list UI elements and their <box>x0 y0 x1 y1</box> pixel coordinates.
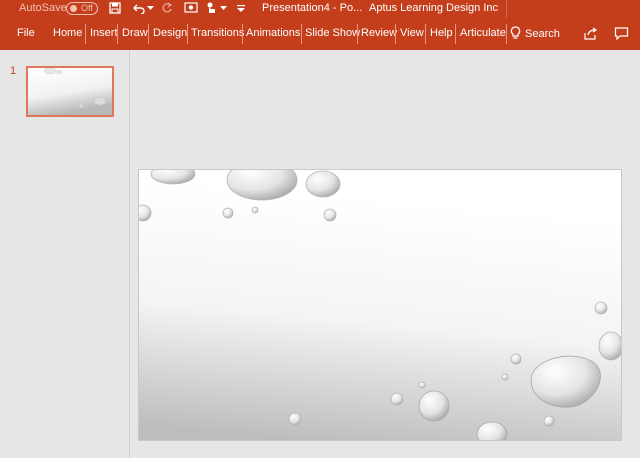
water-drop <box>288 412 302 426</box>
water-drop <box>222 207 234 219</box>
tab-articulate[interactable]: Articulate <box>460 27 506 39</box>
save-icon[interactable] <box>108 1 122 15</box>
tab-design[interactable]: Design <box>153 27 187 39</box>
lightbulb-icon <box>510 25 521 43</box>
dropdown-icon[interactable] <box>219 1 227 15</box>
tab-review[interactable]: Review <box>361 27 397 39</box>
touch-mode-icon[interactable] <box>204 1 218 15</box>
water-drop <box>139 204 152 222</box>
tab-home[interactable]: Home <box>53 27 82 39</box>
tab-insert[interactable]: Insert <box>90 27 118 39</box>
slide-background <box>139 170 621 440</box>
water-drop <box>251 206 259 214</box>
tab-divider <box>425 24 426 44</box>
tab-divider <box>242 24 243 44</box>
tab-divider <box>395 24 396 44</box>
slide-thumbnail[interactable] <box>26 66 114 117</box>
comments-icon[interactable] <box>614 26 630 42</box>
water-drop <box>543 415 555 427</box>
water-drop <box>323 208 337 222</box>
tab-slide-show[interactable]: Slide Show <box>305 27 360 39</box>
slide-number: 1 <box>10 65 17 77</box>
title-bar: AutoSave Off Presentation4 - Po... Aptus… <box>0 0 640 18</box>
tab-file[interactable]: File <box>17 27 35 39</box>
water-drop <box>501 373 509 381</box>
tab-help[interactable]: Help <box>430 27 453 39</box>
document-title: Presentation4 - Po... <box>262 2 363 14</box>
organization-name: Aptus Learning Design Inc <box>369 2 499 14</box>
autosave-state: Off <box>81 3 93 13</box>
dropdown-icon[interactable] <box>146 1 154 15</box>
slide-canvas[interactable] <box>138 169 622 441</box>
undo-icon[interactable] <box>132 1 146 15</box>
water-drop <box>418 390 450 422</box>
redo-icon[interactable] <box>160 1 174 15</box>
customize-qat-icon[interactable] <box>236 1 246 15</box>
slide-thumbnail-pane[interactable]: 1 <box>0 50 130 458</box>
tab-animations[interactable]: Animations <box>246 27 300 39</box>
tab-draw[interactable]: Draw <box>122 27 148 39</box>
tab-view[interactable]: View <box>400 27 424 39</box>
water-drop <box>390 392 404 406</box>
tell-me-search[interactable]: Search <box>510 25 560 43</box>
tab-divider <box>357 24 358 44</box>
autosave-label: AutoSave <box>19 2 67 14</box>
tab-divider <box>117 24 118 44</box>
tab-divider <box>506 24 507 44</box>
water-drop <box>598 331 621 361</box>
search-label: Search <box>525 28 560 40</box>
tab-divider <box>455 24 456 44</box>
record-icon[interactable] <box>184 1 198 15</box>
toggle-knob <box>70 5 77 12</box>
titlebar-divider <box>506 0 507 18</box>
autosave-toggle[interactable]: Off <box>66 2 98 15</box>
tab-divider <box>85 24 86 44</box>
water-drop <box>418 381 426 389</box>
share-icon[interactable] <box>583 26 599 42</box>
tab-divider <box>148 24 149 44</box>
thumbnail-preview <box>28 68 112 115</box>
water-drop <box>305 170 341 198</box>
water-drop <box>594 301 608 315</box>
tab-divider <box>187 24 188 44</box>
water-drop <box>510 353 522 365</box>
tab-divider <box>301 24 302 44</box>
tab-transitions[interactable]: Transitions <box>191 27 244 39</box>
ribbon-tabs: File Home Insert Draw Design Transitions… <box>0 18 640 50</box>
